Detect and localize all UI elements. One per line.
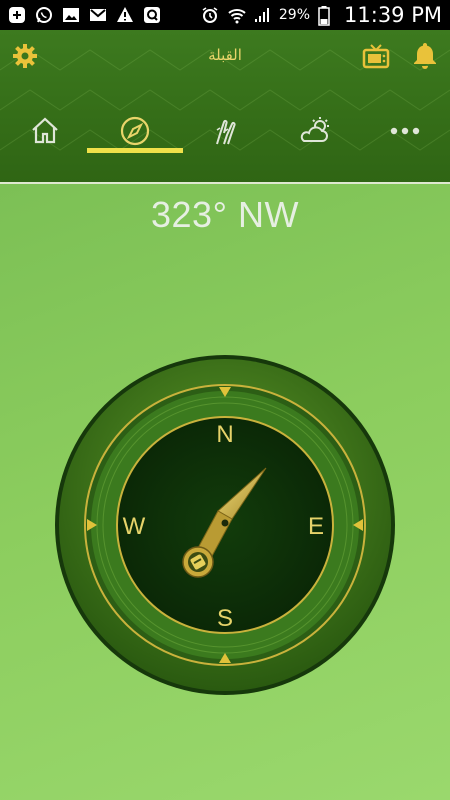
home-icon xyxy=(32,117,58,144)
image-icon xyxy=(62,6,80,24)
wifi-icon xyxy=(227,6,246,24)
bell-icon xyxy=(414,43,436,69)
tab-bar xyxy=(0,108,450,154)
active-tab-indicator xyxy=(87,148,183,153)
tv-icon xyxy=(362,44,390,69)
heading-readout: 323° NW xyxy=(151,194,299,235)
add-icon xyxy=(8,6,26,24)
tab-weather[interactable] xyxy=(270,108,360,154)
compass-icon xyxy=(120,116,150,146)
app-header: القبلة xyxy=(0,30,450,183)
tab-home[interactable] xyxy=(0,108,90,154)
status-bar: 29% 11:39 PM xyxy=(0,0,450,30)
more-icon xyxy=(390,127,420,135)
signal-icon xyxy=(253,6,271,24)
compass-dial: N S W E xyxy=(55,355,395,695)
clock: 11:39 PM xyxy=(344,3,442,27)
gmail-icon xyxy=(89,6,107,24)
notifications-button[interactable] xyxy=(412,41,438,69)
north-label: N xyxy=(216,421,233,448)
tv-button[interactable] xyxy=(362,43,390,69)
tab-prayer[interactable] xyxy=(180,108,270,154)
battery-icon xyxy=(318,6,336,26)
alarm-icon xyxy=(201,6,219,24)
app-q-icon xyxy=(143,6,161,24)
praying-hands-icon xyxy=(216,119,236,145)
weather-icon xyxy=(300,117,329,142)
east-label: E xyxy=(308,513,324,540)
tab-more[interactable] xyxy=(360,108,450,154)
south-label: S xyxy=(217,605,233,632)
battery-percent: 29% xyxy=(278,7,311,23)
kaaba-icon xyxy=(182,546,214,578)
whatsapp-icon xyxy=(35,6,53,24)
warning-icon xyxy=(116,6,134,24)
title-bar: القبلة xyxy=(0,30,450,84)
west-label: W xyxy=(123,513,146,540)
